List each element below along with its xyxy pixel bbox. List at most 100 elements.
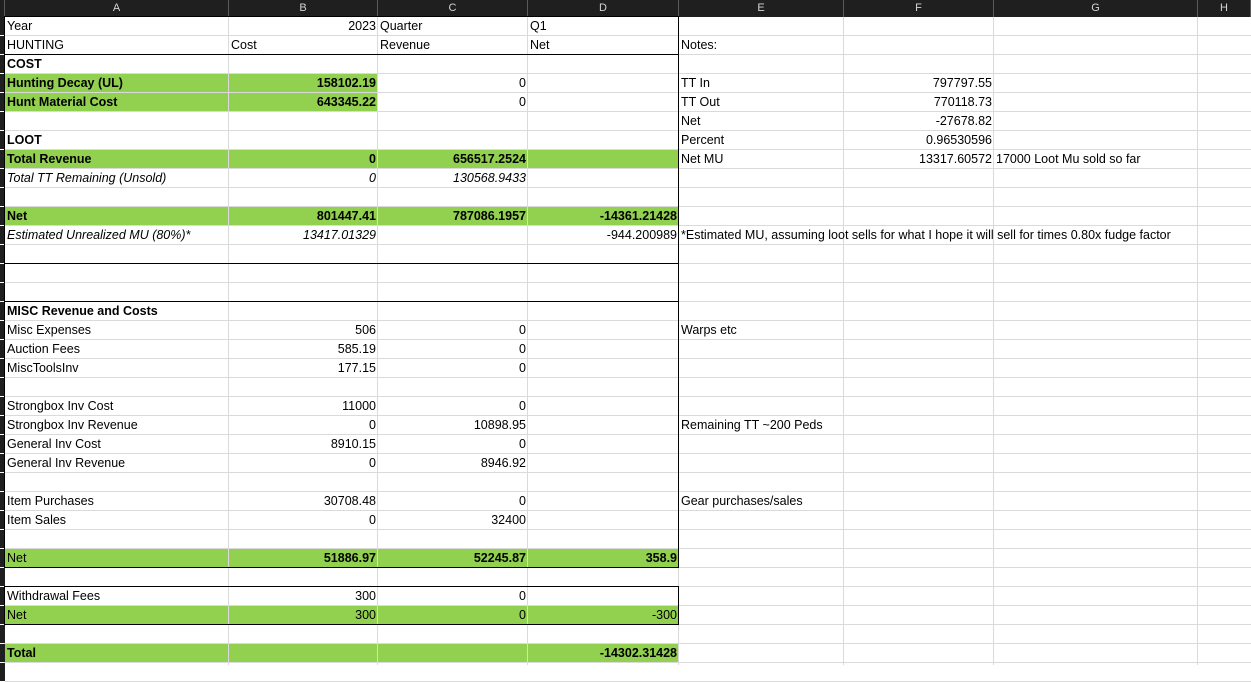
column-header-a[interactable]: A (5, 0, 229, 17)
column-header-c[interactable]: C (378, 0, 528, 17)
row-header-15[interactable] (0, 283, 5, 301)
cell-a21[interactable]: Strongbox Inv Cost (5, 397, 229, 416)
cell-a27[interactable]: Item Sales (5, 511, 229, 530)
cell-c24[interactable]: 8946.92 (378, 454, 528, 473)
cell-a11[interactable]: Net (5, 207, 229, 226)
cell-a8[interactable]: Total Revenue (5, 150, 229, 169)
row-header-30[interactable] (0, 568, 5, 586)
cell-f5[interactable]: 770118.73 (844, 93, 994, 112)
cell-c31[interactable]: 0 (378, 587, 528, 606)
cell-f8[interactable]: 13317.60572 (844, 150, 994, 169)
cell-e7[interactable]: Percent (679, 131, 844, 150)
cell-c21[interactable]: 0 (378, 397, 528, 416)
spreadsheet-grid[interactable]: A B C D E F G H Year 2023 Quarter Q1 HUNTING Cost Reve… (0, 0, 1251, 682)
cell-a32[interactable]: Net (5, 606, 229, 625)
cell-b21[interactable]: 11000 (229, 397, 378, 416)
cell-d11[interactable]: -14361.21428 (528, 207, 679, 226)
cell-b23[interactable]: 8910.15 (229, 435, 378, 454)
cell-d32[interactable]: -300 (528, 606, 679, 625)
row-header-10[interactable] (0, 188, 5, 206)
cell-b22[interactable]: 0 (229, 416, 378, 435)
cell-a18[interactable]: Auction Fees (5, 340, 229, 359)
cell-b11[interactable]: 801447.41 (229, 207, 378, 226)
cell-c26[interactable]: 0 (378, 492, 528, 511)
cell-b8[interactable]: 0 (229, 150, 378, 169)
cell-a4[interactable]: Hunting Decay (UL) (5, 74, 229, 93)
cell-a9[interactable]: Total TT Remaining (Unsold) (5, 169, 229, 188)
cell-e12[interactable]: *Estimated MU, assuming loot sells for w… (679, 226, 1171, 245)
cell-c18[interactable]: 0 (378, 340, 528, 359)
cell-c22[interactable]: 10898.95 (378, 416, 528, 435)
row-header-25[interactable] (0, 473, 5, 491)
cell-c8[interactable]: 656517.2524 (378, 150, 528, 169)
cell-b19[interactable]: 177.15 (229, 359, 378, 378)
row-header-13[interactable] (0, 245, 5, 263)
cell-e8[interactable]: Net MU (679, 150, 844, 169)
cell-c4[interactable]: 0 (378, 74, 528, 93)
cell-b31[interactable]: 300 (229, 587, 378, 606)
cell-a17[interactable]: Misc Expenses (5, 321, 229, 340)
cell-b27[interactable]: 0 (229, 511, 378, 530)
cell-a34[interactable]: Total (5, 644, 229, 663)
cell-a12[interactable]: Estimated Unrealized MU (80%)* (5, 226, 229, 245)
cell-b1[interactable]: 2023 (229, 17, 378, 36)
cell-a31[interactable]: Withdrawal Fees (5, 587, 229, 606)
cell-a7[interactable]: LOOT (5, 131, 229, 150)
cell-c2[interactable]: Revenue (378, 36, 528, 55)
cell-a3[interactable]: COST (5, 55, 229, 74)
cell-a24[interactable]: General Inv Revenue (5, 454, 229, 473)
cell-c1[interactable]: Quarter (378, 17, 528, 36)
cell-c19[interactable]: 0 (378, 359, 528, 378)
cell-b32[interactable]: 300 (229, 606, 378, 625)
column-header-f[interactable]: F (844, 0, 994, 17)
cell-a2[interactable]: HUNTING (5, 36, 229, 55)
row-header-28[interactable] (0, 530, 5, 548)
cell-c32[interactable]: 0 (378, 606, 528, 625)
column-header-e[interactable]: E (679, 0, 844, 17)
cell-a5[interactable]: Hunt Material Cost (5, 93, 229, 112)
cell-b5[interactable]: 643345.22 (229, 93, 378, 112)
cell-f6[interactable]: -27678.82 (844, 112, 994, 131)
cell-a19[interactable]: MiscToolsInv (5, 359, 229, 378)
cell-b29[interactable]: 51886.97 (229, 549, 378, 568)
cell-c17[interactable]: 0 (378, 321, 528, 340)
row-header-6[interactable] (0, 112, 5, 130)
cell-a16[interactable]: MISC Revenue and Costs (5, 302, 229, 321)
cell-b2[interactable]: Cost (229, 36, 378, 55)
cell-d1[interactable]: Q1 (528, 17, 679, 36)
cell-a23[interactable]: General Inv Cost (5, 435, 229, 454)
cell-b12[interactable]: 13417.01329 (229, 226, 378, 245)
cell-c29[interactable]: 52245.87 (378, 549, 528, 568)
cell-d12[interactable]: -944.200989 (528, 226, 679, 245)
cell-c27[interactable]: 32400 (378, 511, 528, 530)
cell-e6[interactable]: Net (679, 112, 844, 131)
cell-c5[interactable]: 0 (378, 93, 528, 112)
cell-e5[interactable]: TT Out (679, 93, 844, 112)
cell-a29[interactable]: Net (5, 549, 229, 568)
cell-b24[interactable]: 0 (229, 454, 378, 473)
cell-f7[interactable]: 0.96530596 (844, 131, 994, 150)
column-header-h[interactable]: H (1198, 0, 1251, 17)
cell-a22[interactable]: Strongbox Inv Revenue (5, 416, 229, 435)
cell-g8[interactable]: 17000 Loot Mu sold so far (994, 150, 1198, 169)
select-all-corner[interactable] (0, 0, 5, 17)
cell-c23[interactable]: 0 (378, 435, 528, 454)
cell-d29[interactable]: 358.9 (528, 549, 679, 568)
cell-e2[interactable]: Notes: (679, 36, 844, 55)
cell-b4[interactable]: 158102.19 (229, 74, 378, 93)
cell-e22[interactable]: Remaining TT ~200 Peds (679, 416, 844, 435)
cell-c11[interactable]: 787086.1957 (378, 207, 528, 226)
row-header-33[interactable] (0, 625, 5, 643)
row-header-14[interactable] (0, 264, 5, 282)
cell-e4[interactable]: TT In (679, 74, 844, 93)
column-header-g[interactable]: G (994, 0, 1198, 17)
cell-d34[interactable]: -14302.31428 (528, 644, 679, 663)
row-header-20[interactable] (0, 378, 5, 396)
column-header-b[interactable]: B (229, 0, 378, 17)
cell-b18[interactable]: 585.19 (229, 340, 378, 359)
cell-f4[interactable]: 797797.55 (844, 74, 994, 93)
cell-b9[interactable]: 0 (229, 169, 378, 188)
cell-a26[interactable]: Item Purchases (5, 492, 229, 511)
cell-e26[interactable]: Gear purchases/sales (679, 492, 844, 511)
column-header-d[interactable]: D (528, 0, 679, 17)
